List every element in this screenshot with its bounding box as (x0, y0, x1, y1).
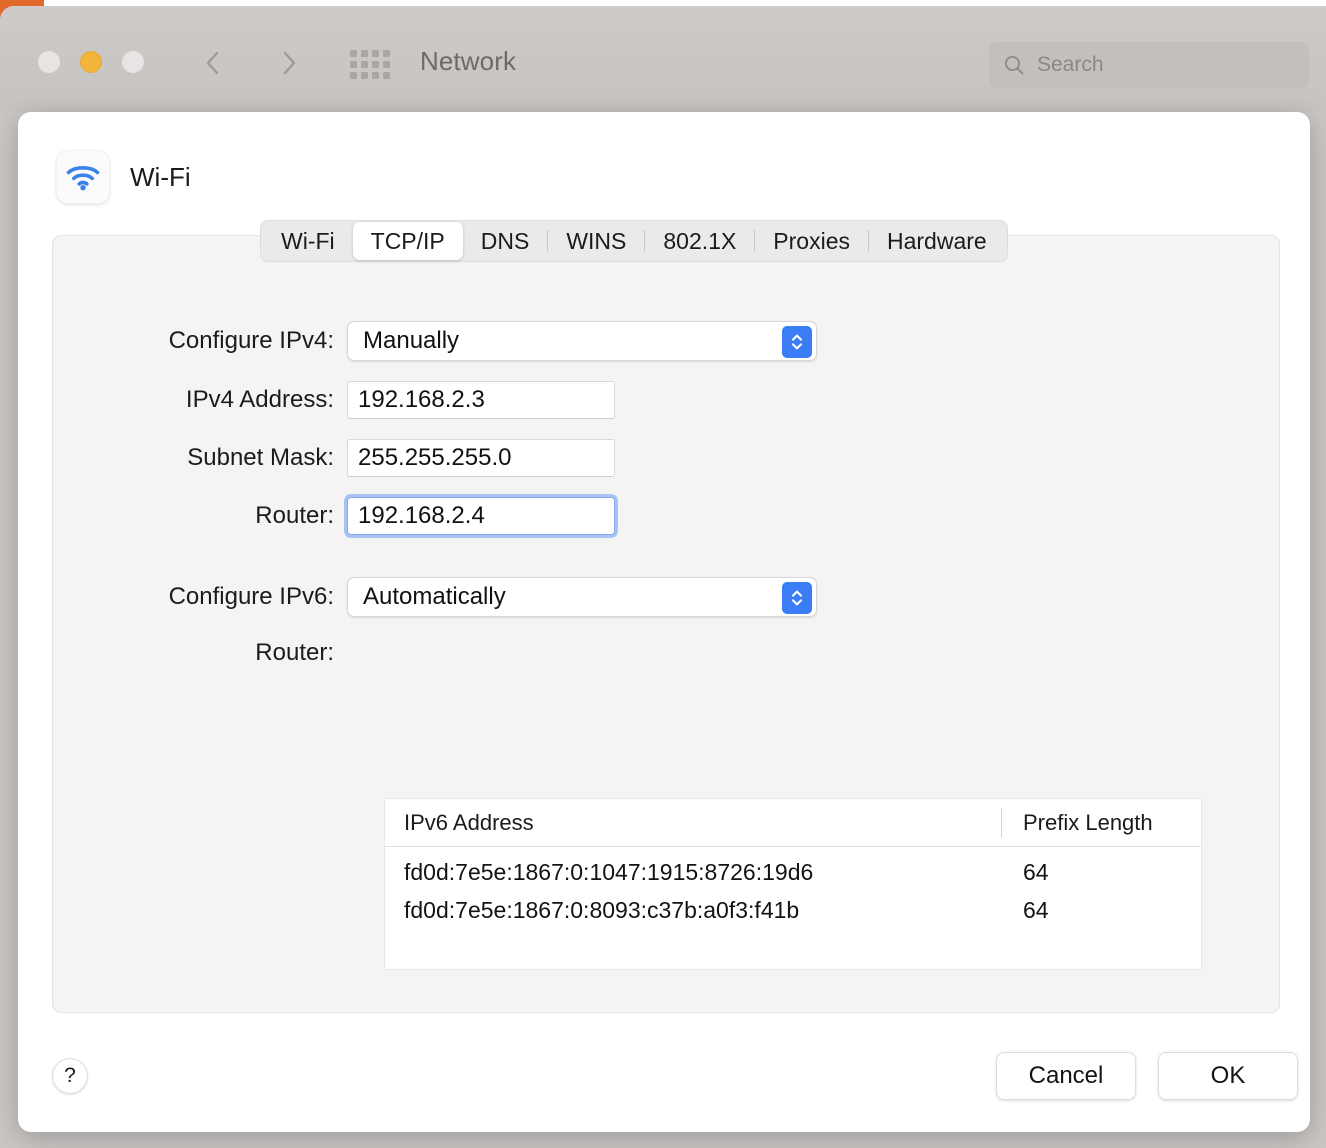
cell-ipv6-address: fd0d:7e5e:1867:0:1047:1915:8726:19d6 (404, 858, 814, 885)
tab-label: Wi-Fi (281, 227, 335, 254)
configure-ipv6-value: Automatically (363, 583, 506, 610)
configure-ipv4-value: Manually (363, 327, 460, 354)
subnet-mask-value: 255.255.255.0 (358, 444, 512, 471)
table-header-row: IPv6 Address Prefix Length (385, 799, 1201, 847)
configure-ipv4-select[interactable]: Manually (347, 321, 817, 361)
ipv6-address-table: IPv6 Address Prefix Length fd0d:7e5e:186… (384, 798, 1202, 970)
column-divider (1001, 808, 1002, 838)
configure-ipv4-label: Configure IPv4: (168, 327, 334, 354)
page-title: Network (420, 46, 517, 76)
tab-label: Proxies (773, 227, 850, 254)
minimize-button[interactable] (80, 51, 102, 73)
close-button[interactable] (38, 51, 60, 73)
cell-prefix-length: 64 (1023, 858, 1049, 885)
configure-ipv6-label: Configure IPv6: (168, 583, 334, 610)
table-body: fd0d:7e5e:1867:0:1047:1915:8726:19d6 64 … (385, 847, 1201, 969)
ipv4-address-value: 192.168.2.3 (358, 386, 485, 413)
subnet-mask-input[interactable]: 255.255.255.0 (347, 439, 615, 477)
table-row[interactable]: fd0d:7e5e:1867:0:1047:1915:8726:19d6 64 (385, 853, 1201, 891)
tab-label: WINS (566, 227, 627, 254)
ipv4-router-label: Router: (255, 502, 334, 529)
ok-button[interactable]: OK (1158, 1052, 1298, 1100)
search-placeholder: Search (1037, 53, 1104, 76)
search-icon (1003, 54, 1025, 76)
tab-label: 802.1X (663, 227, 737, 254)
cell-ipv6-address: fd0d:7e5e:1867:0:8093:c37b:a0f3:f41b (404, 896, 800, 923)
window-titlebar: Network Search (0, 6, 1326, 112)
tab-label: Hardware (887, 227, 987, 254)
ipv4-router-value: 192.168.2.4 (358, 502, 485, 529)
tab-wins[interactable]: WINS (548, 222, 644, 260)
sheet-header: Wi-Fi (56, 150, 191, 204)
configure-ipv4-row: Configure IPv4: Manually (151, 321, 817, 361)
help-label: ? (64, 1064, 76, 1087)
settings-tab-bar: Wi-Fi TCP/IP DNS WINS 802.1X Proxies Har… (260, 220, 1008, 262)
zoom-button[interactable] (122, 51, 144, 73)
tab-hardware[interactable]: Hardware (869, 222, 1005, 260)
ipv6-router-label: Router: (255, 639, 334, 666)
tab-dns[interactable]: DNS (463, 222, 548, 260)
tab-label: DNS (480, 227, 530, 254)
back-chevron-left-icon[interactable] (196, 46, 230, 80)
help-button[interactable]: ? (52, 1058, 88, 1094)
column-header-prefix-length: Prefix Length (1023, 809, 1153, 835)
configure-ipv6-row: Configure IPv6: Automatically (151, 577, 817, 617)
system-preferences-window: Network Search Wi-Fi Wi-Fi TCP/IP DNS WI… (0, 6, 1326, 1148)
tab-label: TCP/IP (370, 227, 445, 254)
ok-label: OK (1210, 1062, 1246, 1089)
ipv4-router-input[interactable]: 192.168.2.4 (347, 497, 615, 535)
column-header-ipv6-address: IPv6 Address (404, 809, 534, 835)
network-settings-sheet: Wi-Fi Wi-Fi TCP/IP DNS WINS 802.1X Proxi… (18, 112, 1310, 1132)
tab-8021x[interactable]: 802.1X (645, 222, 754, 260)
traffic-light-group (38, 51, 144, 73)
service-name-label: Wi-Fi (130, 161, 191, 192)
cancel-label: Cancel (1028, 1062, 1104, 1089)
subnet-mask-label: Subnet Mask: (187, 444, 334, 471)
cancel-button[interactable]: Cancel (996, 1052, 1136, 1100)
cell-prefix-length: 64 (1023, 896, 1049, 923)
desktop-backdrop: Network Search Wi-Fi Wi-Fi TCP/IP DNS WI… (0, 0, 1326, 1148)
grid-apps-icon[interactable] (350, 48, 390, 80)
forward-chevron-right-icon[interactable] (272, 46, 306, 80)
tab-wifi[interactable]: Wi-Fi (263, 222, 353, 260)
chevron-updown-icon (782, 326, 812, 358)
footer-button-group: Cancel OK (996, 1052, 1298, 1100)
ipv4-router-row: Router: 192.168.2.4 (151, 497, 615, 535)
ipv4-address-label: IPv4 Address: (185, 386, 334, 413)
ipv6-router-row: Router: (151, 639, 347, 667)
chevron-updown-icon (782, 582, 812, 614)
search-input[interactable]: Search (989, 42, 1309, 88)
ipv4-address-input[interactable]: 192.168.2.3 (347, 381, 615, 419)
wifi-icon (56, 150, 110, 204)
tcpip-settings-panel: Wi-Fi TCP/IP DNS WINS 802.1X Proxies Har… (52, 220, 1280, 1013)
ipv4-address-row: IPv4 Address: 192.168.2.3 (151, 381, 615, 419)
subnet-mask-row: Subnet Mask: 255.255.255.0 (151, 439, 615, 477)
tab-tcpip[interactable]: TCP/IP (352, 222, 463, 260)
configure-ipv6-select[interactable]: Automatically (347, 577, 817, 617)
table-row[interactable]: fd0d:7e5e:1867:0:8093:c37b:a0f3:f41b 64 (385, 891, 1201, 929)
tab-proxies[interactable]: Proxies (755, 222, 868, 260)
